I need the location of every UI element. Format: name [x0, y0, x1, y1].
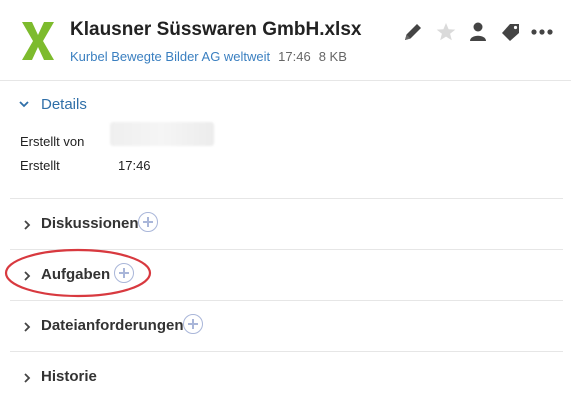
user-icon: [470, 22, 486, 41]
more-icon: [531, 29, 553, 35]
section-historie[interactable]: Historie: [10, 351, 563, 402]
star-icon: [436, 23, 456, 41]
section-label: Dateianforderungen: [41, 317, 184, 334]
chevron-right-icon: [24, 220, 31, 230]
created-value: 17:46: [118, 158, 151, 173]
chevron-right-icon: [24, 373, 31, 383]
file-title: Klausner Süsswaren GmbH.xlsx: [70, 19, 362, 40]
pencil-icon: [405, 24, 421, 40]
tag-icon: [502, 24, 519, 41]
section-label: Diskussionen: [41, 215, 139, 232]
created-by-label: Erstellt von: [20, 134, 85, 149]
tag-button[interactable]: [499, 20, 523, 44]
section-diskussionen[interactable]: Diskussionen: [10, 198, 563, 249]
edit-button[interactable]: [401, 20, 425, 44]
share-user-button[interactable]: [466, 20, 490, 44]
chevron-right-icon: [24, 322, 31, 332]
created-label: Erstellt: [20, 158, 60, 173]
add-file-request-button[interactable]: [183, 314, 203, 334]
excel-x-icon: [22, 22, 54, 60]
file-location-link[interactable]: Kurbel Bewegte Bilder AG weltweit: [70, 49, 270, 64]
section-aufgaben[interactable]: Aufgaben: [10, 249, 563, 300]
section-dateianforderungen[interactable]: Dateianforderungen: [10, 300, 563, 351]
created-by-value-redacted: [110, 122, 214, 146]
chevron-down-icon: [19, 101, 29, 108]
add-task-button[interactable]: [114, 263, 134, 283]
file-meta: Kurbel Bewegte Bilder AG weltweit 17:46 8 …: [70, 49, 347, 64]
section-label: Historie: [41, 368, 97, 385]
chevron-right-icon: [24, 271, 31, 281]
file-size: 8 KB: [318, 49, 347, 64]
file-header: Klausner Süsswaren GmbH.xlsx Kurbel Bewe…: [0, 0, 571, 81]
more-button[interactable]: [530, 20, 554, 44]
file-time: 17:46: [278, 49, 311, 64]
add-discussion-button[interactable]: [138, 212, 158, 232]
details-label: Details: [41, 96, 87, 113]
favorite-button[interactable]: [434, 20, 458, 44]
section-label: Aufgaben: [41, 266, 111, 283]
